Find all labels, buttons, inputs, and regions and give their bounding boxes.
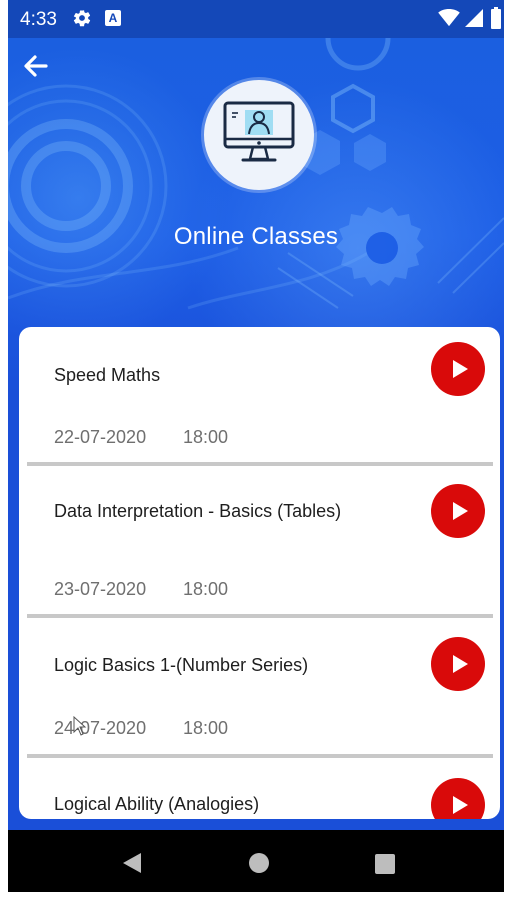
back-arrow-icon[interactable] [20, 50, 52, 82]
online-class-monitor-icon [223, 101, 295, 162]
class-list: Speed Maths 22-07-2020 18:00 Data Interp… [19, 327, 500, 819]
phone-screen: 4:33 A Online Classes Speed Maths 22-07-… [0, 0, 512, 900]
play-button[interactable] [431, 637, 485, 691]
class-date: 24-07-2020 [54, 718, 147, 738]
system-nav-bar [8, 830, 504, 892]
screen-edge-bottom [0, 892, 512, 900]
play-icon [453, 360, 468, 378]
status-bar: 4:33 A [8, 0, 504, 38]
list-item[interactable]: Logic Basics 1-(Number Series) 24-07-202… [19, 621, 500, 762]
play-button[interactable] [431, 778, 485, 819]
home-circle-icon[interactable] [249, 853, 269, 873]
list-item[interactable]: Speed Maths 22-07-2020 18:00 [19, 327, 500, 469]
class-time: 18:00 [183, 427, 229, 447]
class-title: Logic Basics 1-(Number Series) [54, 655, 309, 675]
list-item[interactable]: Data Interpretation - Basics (Tables) 23… [19, 469, 500, 621]
class-title: Logical Ability (Analogies) [54, 794, 260, 814]
play-icon [453, 502, 468, 520]
play-icon [453, 796, 468, 814]
divider [27, 462, 493, 466]
class-time: 18:00 [183, 579, 229, 599]
class-date: 23-07-2020 [54, 579, 147, 599]
play-button[interactable] [431, 342, 485, 396]
play-icon [453, 655, 468, 673]
class-title: Data Interpretation - Basics (Tables) [54, 501, 342, 521]
screen-edge-left [0, 0, 8, 900]
screen-edge-right [504, 0, 512, 900]
class-date: 22-07-2020 [54, 427, 147, 447]
recents-square-icon[interactable] [375, 854, 395, 874]
list-item[interactable]: Logical Ability (Analogies) [19, 762, 500, 819]
class-time: 18:00 [183, 718, 229, 738]
status-time: 4:33 [20, 9, 57, 30]
signal-icon [465, 9, 483, 27]
battery-icon [491, 7, 501, 29]
mouse-cursor-icon [73, 716, 87, 736]
gear-icon [73, 10, 91, 27]
divider [27, 754, 493, 758]
page-title: Online Classes [173, 223, 339, 250]
play-button[interactable] [431, 484, 485, 538]
class-title: Speed Maths [54, 365, 161, 385]
header-hero: Online Classes Speed Maths 22-07-2020 18… [8, 38, 504, 830]
wifi-icon [438, 9, 460, 27]
divider [27, 614, 493, 618]
app-logo [204, 80, 314, 190]
a-notification-icon: A [105, 10, 121, 26]
back-triangle-icon[interactable] [122, 852, 142, 874]
